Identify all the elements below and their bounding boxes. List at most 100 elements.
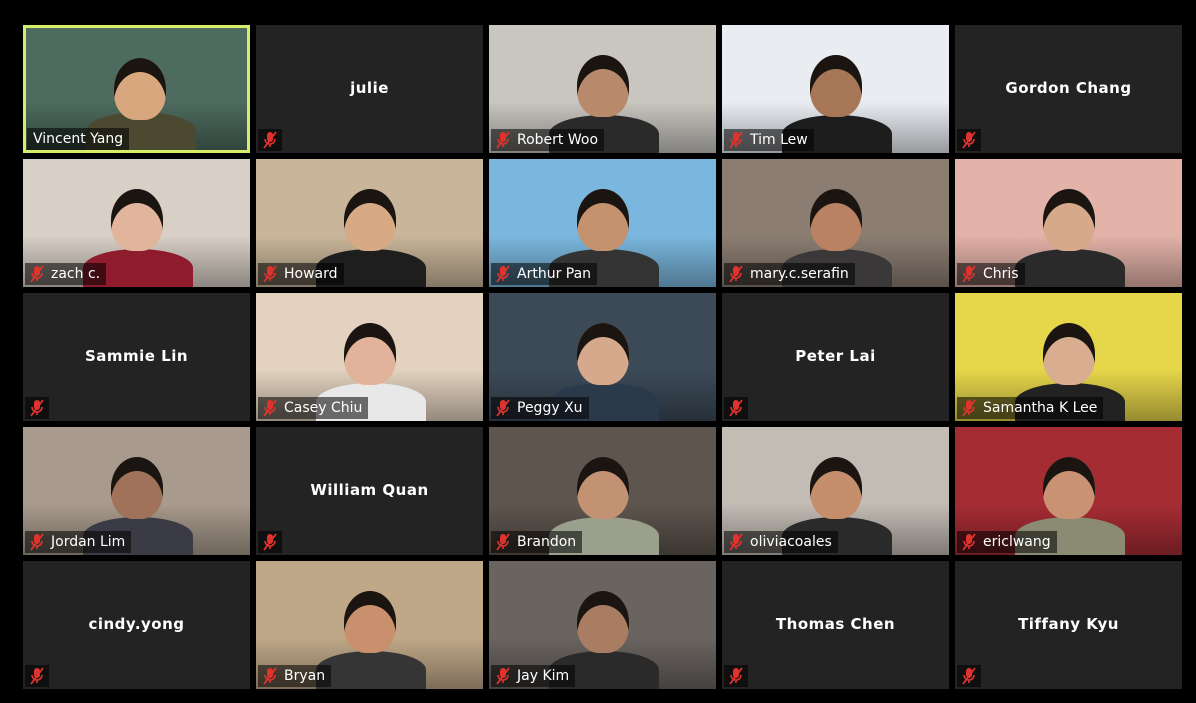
participant-name: Bryan	[284, 668, 326, 684]
participant-name: ericlwang	[983, 534, 1051, 550]
participant-tile[interactable]: Gordon Chang	[955, 25, 1182, 153]
participant-tile[interactable]: Tim Lew	[722, 25, 949, 153]
participant-tile[interactable]: Jordan Lim	[23, 427, 250, 555]
participant-tile[interactable]: Arthur Pan	[489, 159, 716, 287]
participant-name: Tim Lew	[750, 132, 808, 148]
name-label	[258, 129, 282, 151]
name-label: mary.c.serafin	[724, 263, 855, 285]
participant-face	[810, 189, 862, 251]
participant-body	[316, 651, 426, 689]
mic-muted-icon	[728, 667, 744, 685]
participant-tile[interactable]: Brandon	[489, 427, 716, 555]
participant-tile[interactable]: Sammie Lin	[23, 293, 250, 421]
participant-face	[111, 189, 163, 251]
name-label: Brandon	[491, 531, 583, 553]
participant-name: Vincent Yang	[33, 131, 124, 147]
mic-muted-icon	[961, 265, 977, 283]
participant-name: Peggy Xu	[517, 400, 583, 416]
participant-face	[114, 58, 166, 120]
name-label: ericlwang	[957, 531, 1057, 553]
participant-tile[interactable]: julie	[256, 25, 483, 153]
participant-tile[interactable]: Casey Chiu	[256, 293, 483, 421]
participant-display-name: Tiffany Kyu	[1018, 615, 1119, 634]
name-label: oliviacoales	[724, 531, 838, 553]
participant-name: Robert Woo	[517, 132, 599, 148]
name-label	[724, 397, 748, 419]
participant-tile[interactable]: Samantha K Lee	[955, 293, 1182, 421]
mic-muted-icon	[728, 265, 744, 283]
participant-tile[interactable]: cindy.yong	[23, 561, 250, 689]
participant-tile[interactable]: Peter Lai	[722, 293, 949, 421]
participant-tile[interactable]: Thomas Chen	[722, 561, 949, 689]
mic-muted-icon	[961, 533, 977, 551]
name-label	[25, 397, 49, 419]
mic-muted-icon	[29, 399, 45, 417]
participant-face	[1043, 457, 1095, 519]
participant-display-name: Sammie Lin	[84, 347, 189, 366]
participant-name: Jay Kim	[517, 668, 570, 684]
mic-muted-icon	[495, 265, 511, 283]
mic-muted-icon	[495, 667, 511, 685]
mic-muted-icon	[29, 533, 45, 551]
name-label: Vincent Yang	[27, 128, 130, 150]
mic-muted-icon	[495, 131, 511, 149]
name-label: Howard	[258, 263, 344, 285]
participant-name: oliviacoales	[750, 534, 832, 550]
mic-muted-icon	[728, 131, 744, 149]
participant-tile[interactable]: mary.c.serafin	[722, 159, 949, 287]
name-label: Chris	[957, 263, 1025, 285]
name-label: Casey Chiu	[258, 397, 369, 419]
name-label: Jay Kim	[491, 665, 576, 687]
mic-muted-icon	[961, 131, 977, 149]
participant-face	[1043, 323, 1095, 385]
name-label	[724, 665, 748, 687]
participant-tile[interactable]: Vincent Yang	[23, 25, 250, 153]
participant-name: mary.c.serafin	[750, 266, 849, 282]
participant-display-name: Gordon Chang	[1005, 79, 1132, 98]
participant-tile[interactable]: Tiffany Kyu	[955, 561, 1182, 689]
mic-muted-icon	[262, 667, 278, 685]
participant-name: zach c.	[51, 266, 101, 282]
participant-display-name: cindy.yong	[88, 615, 185, 634]
participant-face	[344, 591, 396, 653]
participant-body	[1015, 249, 1125, 287]
name-label: Tim Lew	[724, 129, 814, 151]
name-label: zach c.	[25, 263, 107, 285]
participant-tile[interactable]: Robert Woo	[489, 25, 716, 153]
participant-tile[interactable]: oliviacoales	[722, 427, 949, 555]
name-label: Arthur Pan	[491, 263, 598, 285]
participant-tile[interactable]: Jay Kim	[489, 561, 716, 689]
mic-muted-icon	[961, 399, 977, 417]
name-label: Samantha K Lee	[957, 397, 1104, 419]
participant-grid: Vincent Yang julie Robert Woo Tim Lew Gord…	[23, 25, 1182, 689]
participant-face	[577, 591, 629, 653]
participant-display-name: Peter Lai	[795, 347, 876, 366]
participant-display-name: Thomas Chen	[775, 615, 896, 634]
participant-face	[344, 189, 396, 251]
participant-name: Howard	[284, 266, 338, 282]
name-label	[25, 665, 49, 687]
participant-name: Brandon	[517, 534, 577, 550]
participant-tile[interactable]: Peggy Xu	[489, 293, 716, 421]
name-label	[957, 665, 981, 687]
participant-tile[interactable]: ericlwang	[955, 427, 1182, 555]
participant-name: Arthur Pan	[517, 266, 592, 282]
mic-muted-icon	[728, 533, 744, 551]
participant-name: Samantha K Lee	[983, 400, 1098, 416]
participant-name: Chris	[983, 266, 1019, 282]
participant-face	[577, 323, 629, 385]
participant-face	[810, 457, 862, 519]
mic-muted-icon	[29, 265, 45, 283]
participant-tile[interactable]: Howard	[256, 159, 483, 287]
participant-name: Casey Chiu	[284, 400, 363, 416]
participant-tile[interactable]: Chris	[955, 159, 1182, 287]
participant-face	[1043, 189, 1095, 251]
participant-display-name: William Quan	[310, 481, 429, 500]
name-label: Robert Woo	[491, 129, 605, 151]
participant-tile[interactable]: zach c.	[23, 159, 250, 287]
participant-tile[interactable]: Bryan	[256, 561, 483, 689]
participant-display-name: julie	[350, 79, 389, 98]
name-label: Jordan Lim	[25, 531, 132, 553]
participant-tile[interactable]: William Quan	[256, 427, 483, 555]
mic-muted-icon	[29, 667, 45, 685]
